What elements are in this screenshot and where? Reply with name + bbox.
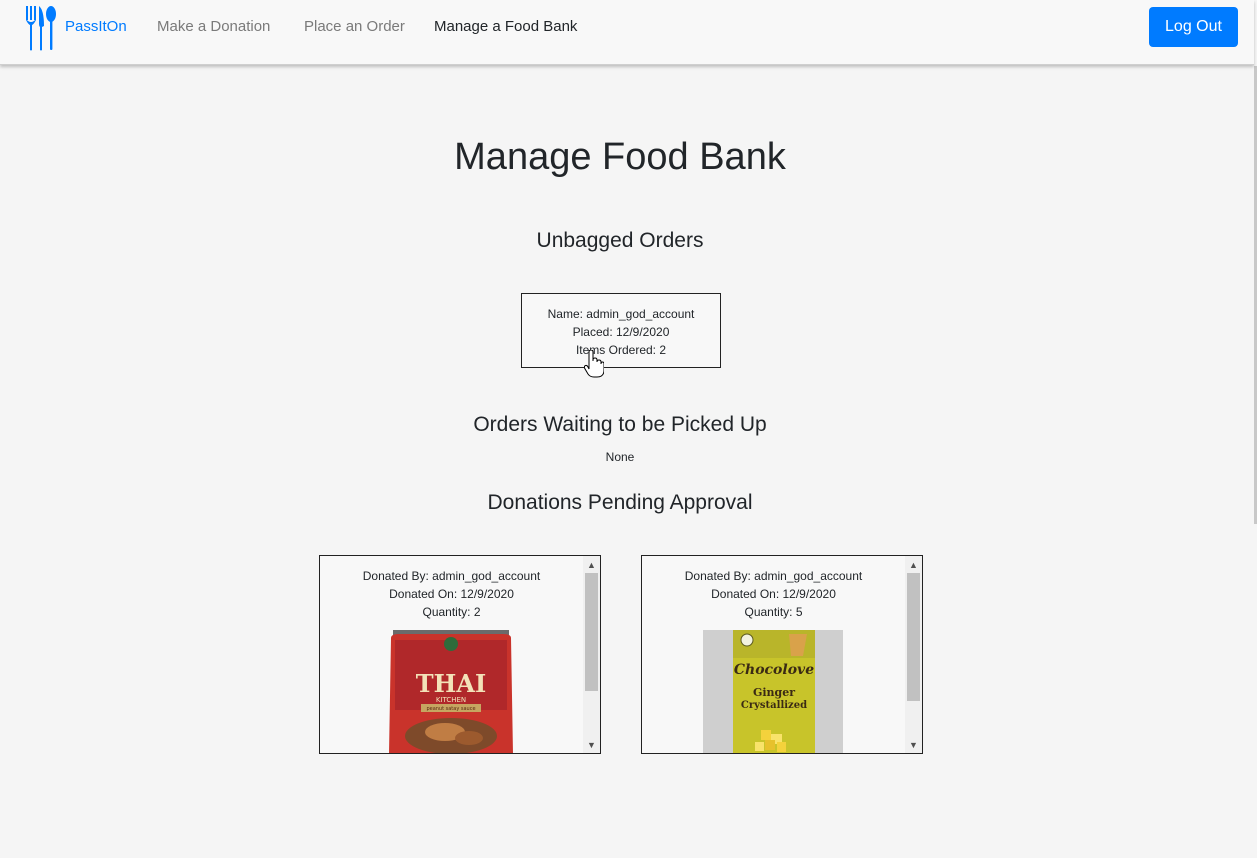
scroll-up-icon[interactable]: ▲	[905, 559, 922, 571]
scroll-up-icon[interactable]: ▲	[583, 559, 600, 571]
waiting-orders-heading: Orders Waiting to be Picked Up	[473, 413, 767, 436]
svg-text:peanut satay sauce: peanut satay sauce	[426, 706, 475, 712]
logout-button[interactable]: Log Out	[1149, 7, 1238, 47]
svg-text:Ginger: Ginger	[753, 686, 795, 699]
nav-manage-food-bank[interactable]: Manage a Food Bank	[434, 18, 577, 35]
svg-text:THAI: THAI	[416, 669, 486, 698]
svg-text:Chocolove: Chocolove	[734, 662, 814, 678]
order-name: Name: admin_god_account	[547, 307, 695, 321]
order-placed-date: Placed: 12/9/2020	[572, 325, 670, 339]
scroll-thumb[interactable]	[585, 573, 598, 691]
donations-pending-heading: Donations Pending Approval	[487, 491, 753, 514]
donated-on: Donated On: 12/9/2020	[389, 587, 514, 601]
donation-card[interactable]: Donated By: admin_god_account Donated On…	[319, 555, 601, 754]
donated-on: Donated On: 12/9/2020	[711, 587, 836, 601]
donation-product-image: THAI KITCHEN peanut satay sauce	[381, 630, 521, 753]
scroll-thumb[interactable]	[907, 573, 920, 701]
unbagged-order-card[interactable]: Name: admin_god_account Placed: 12/9/202…	[521, 293, 721, 368]
svg-text:KITCHEN: KITCHEN	[436, 696, 466, 704]
top-navbar: PassItOn Make a Donation Place an Order …	[0, 0, 1254, 65]
donated-by: Donated By: admin_god_account	[362, 569, 541, 583]
scroll-down-icon[interactable]: ▼	[905, 739, 922, 751]
nav-make-donation[interactable]: Make a Donation	[157, 18, 270, 35]
utensils-logo-icon[interactable]	[24, 4, 58, 52]
waiting-orders-empty: None	[605, 450, 635, 464]
svg-text:Crystallized: Crystallized	[741, 700, 807, 711]
brand-link[interactable]: PassItOn	[65, 18, 127, 35]
donated-by: Donated By: admin_god_account	[684, 569, 863, 583]
page-title: Manage Food Bank	[454, 136, 786, 178]
order-items-count: Items Ordered: 2	[575, 343, 667, 357]
scroll-down-icon[interactable]: ▼	[583, 739, 600, 751]
unbagged-orders-heading: Unbagged Orders	[536, 229, 704, 252]
card-scrollbar[interactable]: ▲ ▼	[583, 556, 600, 753]
donation-quantity: Quantity: 5	[744, 605, 803, 619]
card-scrollbar[interactable]: ▲ ▼	[905, 556, 922, 753]
donation-product-image: Chocolove Ginger Crystallized	[703, 630, 843, 753]
nav-place-order[interactable]: Place an Order	[304, 18, 405, 35]
donation-quantity: Quantity: 2	[422, 605, 481, 619]
donation-card[interactable]: Donated By: admin_god_account Donated On…	[641, 555, 923, 754]
